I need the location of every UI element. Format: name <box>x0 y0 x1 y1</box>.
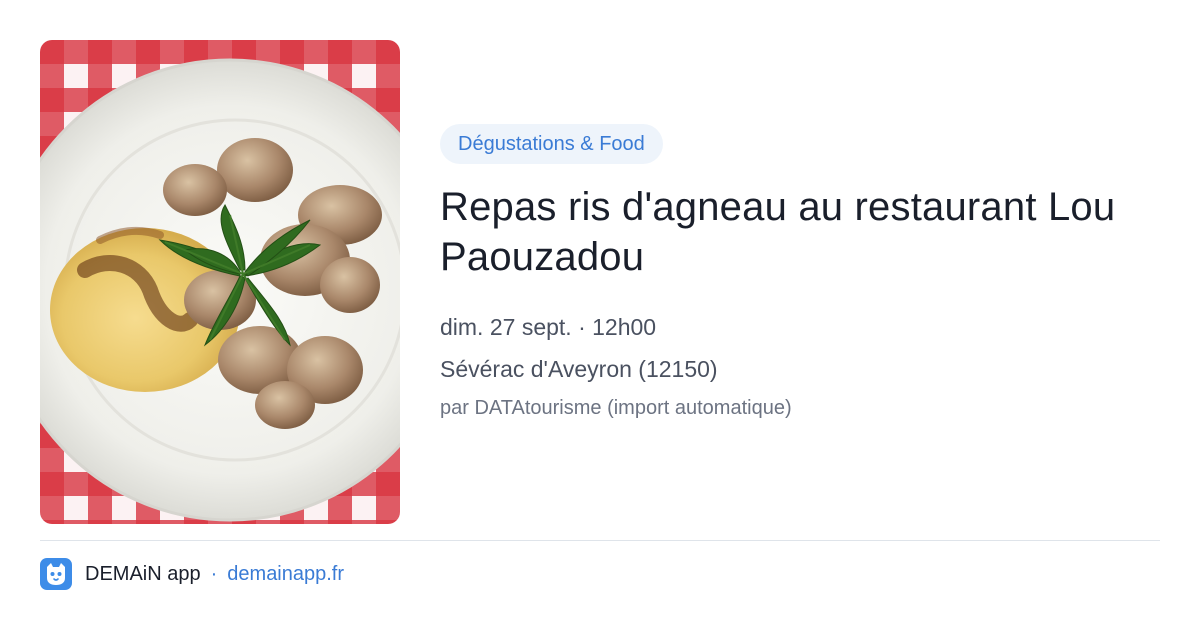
event-title[interactable]: Repas ris d'agneau au restaurant Lou Pao… <box>440 182 1160 282</box>
footer-separator: · <box>210 562 218 585</box>
event-photo[interactable] <box>40 40 400 524</box>
event-location: Sévérac d'Aveyron (12150) <box>440 356 718 382</box>
dish-illustration <box>40 40 400 524</box>
event-datetime: dim. 27 sept. · 12h00 <box>440 314 657 340</box>
event-source: par DATAtourisme (import automatique) <box>440 397 792 419</box>
event-info: Dégustations & Food Repas ris d'agneau a… <box>440 124 1160 422</box>
footer: DEMAiN app · demainapp.fr <box>40 558 344 590</box>
category-badge[interactable]: Dégustations & Food <box>440 124 663 164</box>
cat-face-icon[interactable] <box>40 558 72 590</box>
app-name[interactable]: DEMAiN app <box>85 563 201 586</box>
footer-divider <box>40 540 1160 541</box>
event-card[interactable]: Dégustations & Food Repas ris d'agneau a… <box>0 0 1200 630</box>
domain-link[interactable]: demainapp.fr <box>227 563 344 586</box>
